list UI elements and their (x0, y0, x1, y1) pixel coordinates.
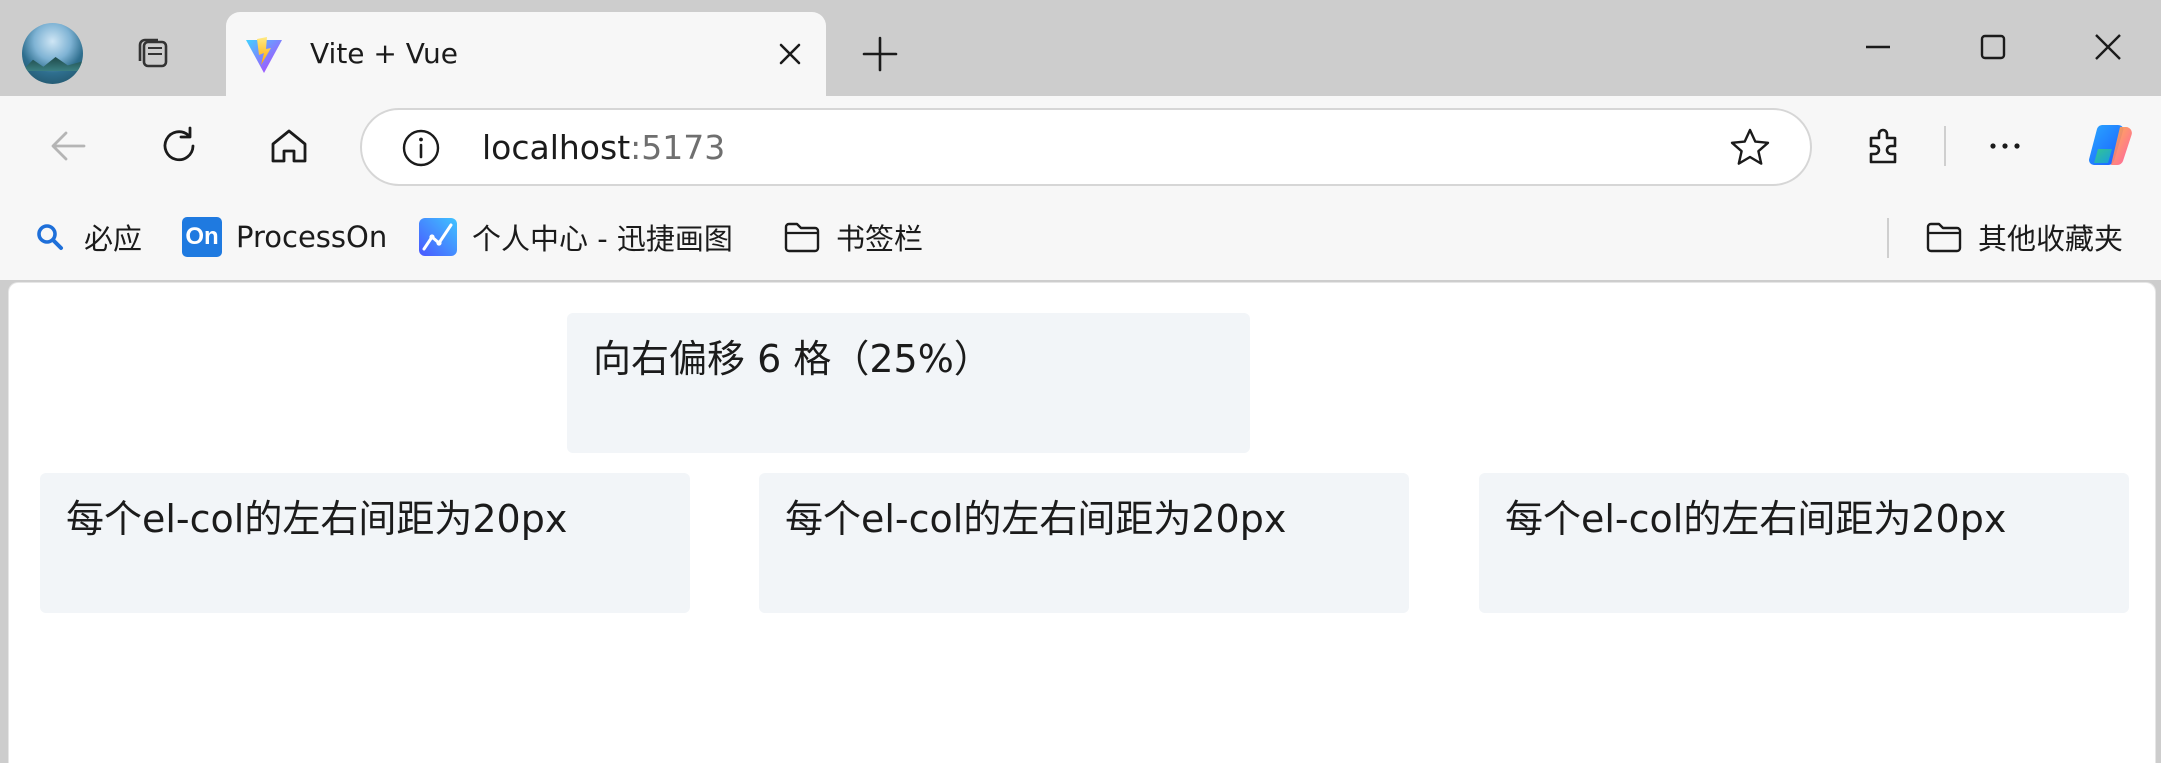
url-text[interactable]: localhost:5173 (482, 126, 725, 170)
title-bar: Vite + Vue (0, 0, 2161, 96)
extensions-icon[interactable] (1857, 118, 1913, 174)
profile-avatar[interactable] (22, 23, 83, 84)
gutter-col: 每个el-col的左右间距为20px (759, 473, 1409, 613)
tab-title: Vite + Vue (310, 37, 459, 70)
bookmark-label: 其他收藏夹 (1978, 222, 2124, 256)
bing-search-icon (30, 217, 70, 257)
address-bar[interactable]: localhost:5173 (360, 108, 1812, 186)
url-port: :5173 (630, 128, 726, 167)
refresh-icon[interactable] (151, 118, 207, 174)
folder-icon (1924, 217, 1964, 257)
bookmarks-divider (1887, 218, 1889, 258)
bookmark-label: 书签栏 (836, 222, 924, 256)
gutter-col: 每个el-col的左右间距为20px (1479, 473, 2129, 613)
tab-actions-icon[interactable] (130, 30, 176, 76)
processon-logo-text: On (182, 217, 222, 257)
bookmark-processon[interactable]: On ProcessOn (182, 212, 387, 262)
more-options-icon[interactable] (1977, 118, 2033, 174)
toolbar-divider (1944, 126, 1946, 166)
page-viewport: 向右偏移 6 格（25%） 每个el-col的左右间距为20px 每个el-co… (8, 282, 2156, 763)
xunjie-icon (418, 217, 458, 257)
maximize-icon[interactable] (1963, 22, 2023, 72)
back-arrow-icon[interactable] (40, 118, 96, 174)
copilot-icon[interactable] (2083, 118, 2139, 174)
offset-col: 向右偏移 6 格（25%） (567, 313, 1250, 453)
tab-active[interactable]: Vite + Vue (226, 12, 826, 96)
close-icon[interactable] (2078, 22, 2138, 72)
bookmark-label: 个人中心 - 迅捷画图 (472, 222, 733, 256)
url-host: localhost (482, 128, 631, 167)
home-icon[interactable] (261, 118, 317, 174)
bookmark-folder-bookmarks-bar[interactable]: 书签栏 (782, 212, 923, 262)
bookmark-xunjie[interactable]: 个人中心 - 迅捷画图 (418, 212, 733, 262)
bookmark-bing[interactable]: 必应 (30, 212, 142, 262)
favorite-star-icon[interactable] (1728, 126, 1772, 170)
bookmark-label: 必应 (84, 222, 143, 256)
vite-icon (242, 33, 286, 77)
navigation-toolbar: localhost:5173 (0, 96, 2161, 196)
bookmarks-bar: 必应 On ProcessOn 个人中心 - 迅捷画图 书签栏 其他收藏夹 (0, 196, 2161, 280)
processon-icon: On (182, 217, 222, 257)
tab-close-icon[interactable] (770, 34, 810, 74)
site-info-icon[interactable] (400, 127, 442, 169)
new-tab-icon[interactable] (856, 30, 904, 78)
bookmark-folder-other[interactable]: 其他收藏夹 (1924, 212, 2123, 262)
bookmark-label: ProcessOn (236, 220, 388, 254)
minimize-icon[interactable] (1848, 22, 1908, 72)
folder-icon (782, 217, 822, 257)
gutter-col: 每个el-col的左右间距为20px (40, 473, 690, 613)
